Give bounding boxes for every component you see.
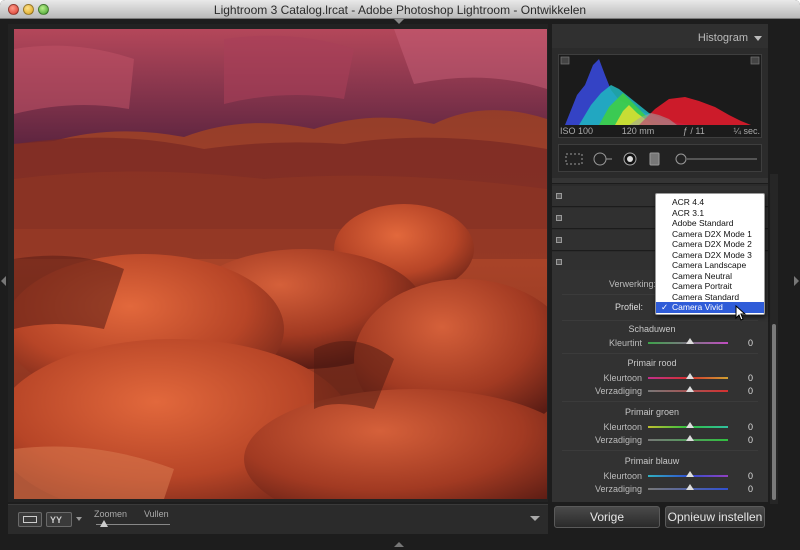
histogram-title: Histogram	[697, 32, 748, 44]
mouse-pointer-icon	[735, 305, 747, 321]
lightroom-window: Lightroom 3 Catalog.lrcat - Adobe Photos…	[0, 0, 800, 550]
profile-dropdown-menu[interactable]: ACR 4.4 ACR 3.1 Adobe Standard Camera D2…	[655, 193, 765, 315]
divider	[562, 450, 758, 451]
shutter-speed-value: ¼ sec.	[733, 126, 760, 136]
red-eye-correction-icon[interactable]	[621, 151, 639, 167]
right-panel-toggle-icon[interactable]	[794, 276, 799, 286]
blue-saturation-value[interactable]: 0	[748, 484, 753, 494]
profile-option[interactable]: ACR 3.1	[656, 208, 764, 219]
reset-button[interactable]: Opnieuw instellen	[665, 506, 765, 528]
green-primary-header: Primair groen	[624, 407, 680, 417]
blue-saturation-label: Verzadiging	[594, 484, 642, 494]
red-saturation-handle[interactable]	[686, 386, 694, 392]
left-panel-toggle-icon[interactable]	[1, 276, 6, 286]
shadows-tint-value[interactable]: 0	[748, 338, 753, 348]
profile-option[interactable]: Adobe Standard	[656, 218, 764, 229]
red-saturation-value[interactable]: 0	[748, 386, 753, 396]
profile-label: Profiel:	[614, 302, 643, 312]
before-after-icon: YY	[50, 515, 63, 525]
profile-option[interactable]: Camera D2X Mode 2	[656, 239, 764, 250]
blue-primary-header: Primair blauw	[624, 456, 680, 466]
green-saturation-label: Verzadiging	[594, 435, 642, 445]
zoom-label: Zoomen	[94, 509, 128, 519]
crop-overlay-icon[interactable]	[563, 151, 585, 167]
profile-option-selected[interactable]: ✓ Camera Vivid	[656, 302, 764, 313]
red-hue-value[interactable]: 0	[748, 373, 753, 383]
loupe-view-button[interactable]	[18, 512, 42, 527]
aperture-value: ƒ / 11	[682, 126, 705, 136]
view-options-chevron-icon[interactable]	[76, 517, 82, 521]
tool-strip	[558, 144, 762, 172]
window-title: Lightroom 3 Catalog.lrcat - Adobe Photos…	[213, 3, 587, 17]
spot-removal-icon[interactable]	[591, 151, 613, 167]
adjustment-brush-icon[interactable]	[673, 151, 759, 167]
green-hue-handle[interactable]	[686, 422, 694, 428]
green-saturation-handle[interactable]	[686, 435, 694, 441]
profile-option[interactable]: ACR 4.4	[656, 197, 764, 208]
landscape-photo	[14, 29, 547, 499]
collapse-chevron-icon[interactable]	[754, 36, 762, 41]
fill-label: Vullen	[144, 509, 169, 519]
checkmark-icon: ✓	[661, 302, 669, 312]
histogram-header[interactable]: Histogram	[552, 24, 768, 48]
iso-value: ISO 100	[560, 126, 594, 136]
green-hue-label: Kleurtoon	[603, 422, 642, 432]
zoom-slider-handle[interactable]	[100, 520, 108, 527]
profile-option[interactable]: Camera D2X Mode 3	[656, 250, 764, 261]
green-saturation-value[interactable]: 0	[748, 435, 753, 445]
bottom-toolbar: YY Zoomen Vullen	[8, 504, 548, 534]
shadows-tint-handle[interactable]	[686, 338, 694, 344]
photo-canvas[interactable]	[8, 24, 548, 502]
profile-option[interactable]: Camera Standard	[656, 292, 764, 303]
section-toggle-icon[interactable]	[556, 215, 562, 221]
profile-option[interactable]: Camera Neutral	[656, 271, 764, 282]
profile-option[interactable]: Camera D2X Mode 1	[656, 229, 764, 240]
red-saturation-label: Verzadiging	[594, 386, 642, 396]
section-toggle-icon[interactable]	[556, 193, 562, 199]
red-primary-header: Primair rood	[627, 358, 677, 368]
before-after-view-button[interactable]: YY	[46, 512, 72, 527]
shadows-tint-label: Kleurtint	[608, 338, 642, 348]
shadow-clipping-icon[interactable]	[560, 56, 570, 65]
previous-button[interactable]: Vorige	[554, 506, 660, 528]
scrollbar-thumb[interactable]	[772, 324, 776, 500]
title-bar: Lightroom 3 Catalog.lrcat - Adobe Photos…	[0, 0, 800, 19]
profile-option-label: Camera Vivid	[672, 302, 723, 312]
blue-hue-value[interactable]: 0	[748, 471, 753, 481]
bottom-panel-toggle-icon[interactable]	[394, 542, 404, 547]
divider	[562, 320, 758, 321]
red-hue-label: Kleurtoon	[603, 373, 642, 383]
blue-hue-handle[interactable]	[686, 471, 694, 477]
collapsed-section-strip[interactable]	[552, 178, 768, 184]
green-hue-value[interactable]: 0	[748, 422, 753, 432]
profile-option[interactable]: Camera Portrait	[656, 281, 764, 292]
exif-info: ISO 100 120 mm ƒ / 11 ¼ sec.	[560, 126, 760, 136]
highlight-clipping-icon[interactable]	[750, 56, 760, 65]
blue-saturation-handle[interactable]	[686, 484, 694, 490]
blue-hue-label: Kleurtoon	[603, 471, 642, 481]
focal-length-value: 120 mm	[621, 126, 655, 136]
section-toggle-icon[interactable]	[556, 259, 562, 265]
panel-scrollbar[interactable]	[770, 174, 778, 504]
loupe-view-icon	[23, 516, 37, 523]
divider	[562, 353, 758, 354]
graduated-filter-icon[interactable]	[647, 151, 663, 167]
toolbar-options-chevron-icon[interactable]	[530, 516, 540, 521]
profile-option[interactable]: Camera Landscape	[656, 260, 764, 271]
shadows-header: Schaduwen	[628, 324, 676, 334]
red-hue-handle[interactable]	[686, 373, 694, 379]
processing-label: Verwerking:	[608, 279, 656, 289]
section-toggle-icon[interactable]	[556, 237, 562, 243]
divider	[562, 401, 758, 402]
